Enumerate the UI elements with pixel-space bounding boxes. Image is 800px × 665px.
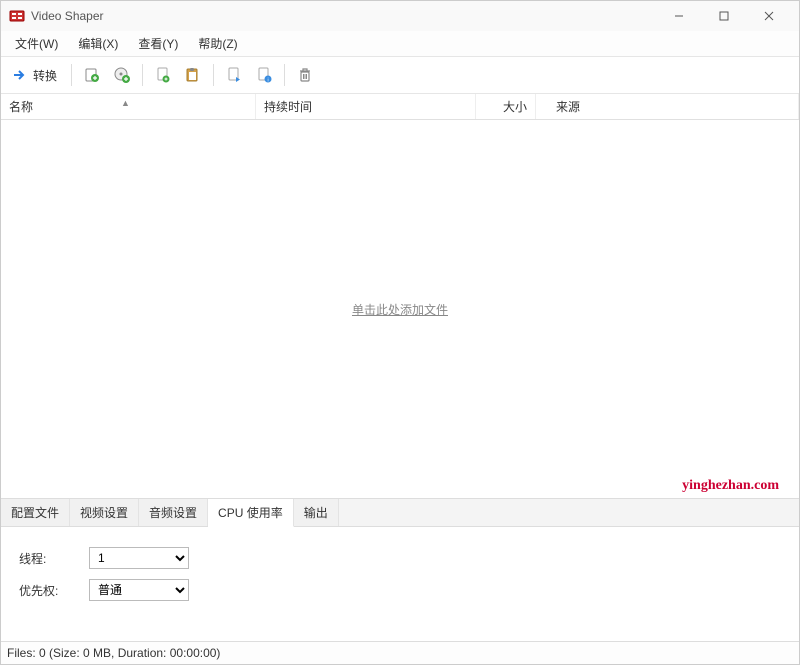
minimize-button[interactable] — [656, 1, 701, 31]
menu-view[interactable]: 查看(Y) — [130, 33, 186, 54]
sort-indicator-icon: ▲ — [121, 98, 130, 108]
paste-button[interactable] — [179, 61, 207, 89]
convert-button[interactable]: 转换 — [7, 61, 65, 89]
settings-tabs: 配置文件 视频设置 音频设置 CPU 使用率 输出 线程: 1 优先权: 普通 — [1, 498, 799, 641]
tab-profile[interactable]: 配置文件 — [1, 499, 70, 526]
add-files-link[interactable]: 单击此处添加文件 — [352, 301, 448, 318]
convert-label: 转换 — [33, 67, 57, 84]
tab-audio[interactable]: 音频设置 — [139, 499, 208, 526]
window-title: Video Shaper — [31, 9, 656, 23]
tab-video[interactable]: 视频设置 — [70, 499, 139, 526]
priority-label: 优先权: — [19, 582, 89, 599]
window-controls — [656, 1, 791, 31]
column-duration[interactable]: 持续时间 — [256, 94, 476, 119]
watermark-text: yinghezhan.com — [682, 478, 779, 494]
separator — [284, 64, 285, 86]
info-doc-button[interactable]: i — [250, 61, 278, 89]
toolbar: 转换 i — [1, 56, 799, 94]
play-doc-button[interactable] — [220, 61, 248, 89]
menubar: 文件(W) 编辑(X) 查看(Y) 帮助(Z) — [1, 31, 799, 56]
separator — [71, 64, 72, 86]
tabstrip: 配置文件 视频设置 音频设置 CPU 使用率 输出 — [1, 499, 799, 527]
column-source[interactable]: 来源 — [536, 94, 799, 119]
column-size[interactable]: 大小 — [476, 94, 536, 119]
delete-button[interactable] — [291, 61, 319, 89]
titlebar: Video Shaper — [1, 1, 799, 31]
new-doc-button[interactable] — [149, 61, 177, 89]
tab-cpu[interactable]: CPU 使用率 — [208, 499, 294, 527]
app-icon — [9, 8, 25, 24]
svg-text:i: i — [267, 78, 268, 84]
add-file-button[interactable] — [78, 61, 106, 89]
threads-select[interactable]: 1 — [89, 547, 189, 569]
threads-label: 线程: — [19, 550, 89, 567]
menu-file[interactable]: 文件(W) — [7, 33, 66, 54]
column-name[interactable]: 名称 ▲ — [1, 94, 256, 119]
close-button[interactable] — [746, 1, 791, 31]
statusbar: Files: 0 (Size: 0 MB, Duration: 00:00:00… — [1, 641, 799, 664]
maximize-button[interactable] — [701, 1, 746, 31]
add-disc-button[interactable] — [108, 61, 136, 89]
list-header: 名称 ▲ 持续时间 大小 来源 — [1, 94, 799, 120]
file-list: 单击此处添加文件 yinghezhan.com — [1, 120, 799, 498]
separator — [213, 64, 214, 86]
priority-select[interactable]: 普通 — [89, 579, 189, 601]
menu-help[interactable]: 帮助(Z) — [190, 33, 245, 54]
menu-edit[interactable]: 编辑(X) — [70, 33, 126, 54]
separator — [142, 64, 143, 86]
tab-output[interactable]: 输出 — [294, 499, 339, 526]
tab-content-cpu: 线程: 1 优先权: 普通 — [1, 527, 799, 641]
